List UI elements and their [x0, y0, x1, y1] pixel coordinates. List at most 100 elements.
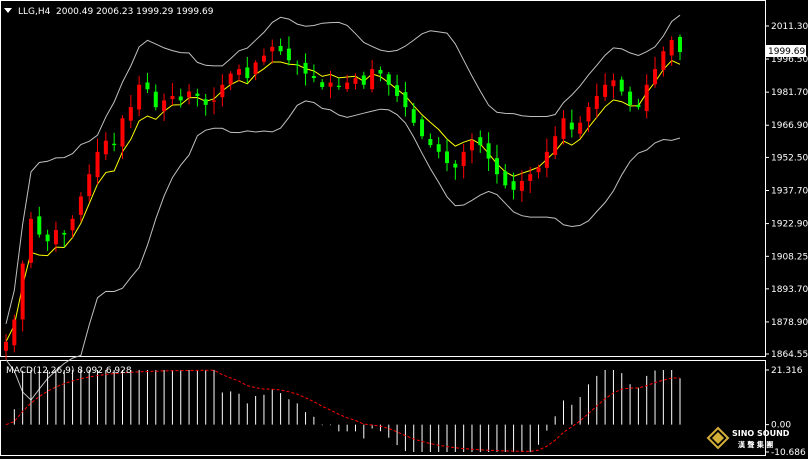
sino-sound-logo: SINO SOUND 漢 聲 集 團 [706, 426, 790, 450]
candle-body [370, 69, 375, 90]
candle-body [561, 118, 566, 139]
candle-body [87, 174, 92, 197]
candle-body [311, 76, 316, 79]
candle-body [95, 151, 100, 178]
candle-body [353, 78, 358, 84]
candle-body [453, 163, 458, 168]
candle-body [661, 51, 666, 70]
candle-body [28, 218, 33, 263]
candle-body [669, 40, 674, 56]
candle-body [261, 55, 266, 62]
candle-body [187, 91, 192, 98]
candle-body [594, 95, 599, 109]
svg-text:SINO SOUND: SINO SOUND [732, 429, 790, 438]
candle-body [195, 93, 200, 96]
candle-body [636, 104, 641, 108]
chart-area[interactable]: 2011.301996.501981.701966.901952.501937.… [0, 0, 808, 459]
macd-histogram [5, 369, 681, 452]
svg-text:漢 聲 集 團: 漢 聲 集 團 [738, 440, 773, 449]
candle-body [62, 232, 67, 235]
candle-body [328, 82, 333, 87]
candle-body [578, 122, 583, 134]
candle-body [120, 118, 125, 147]
candle-body [153, 91, 158, 108]
moving-average-line [5, 59, 681, 343]
candle-body [12, 319, 17, 346]
candle-body [411, 109, 416, 123]
candle-body [220, 84, 225, 98]
macd-tick-label: -10.686 [771, 448, 806, 458]
price-tick-label: 1908.25 [771, 252, 808, 262]
price-panel-frame [0, 0, 766, 357]
candle-body [528, 174, 533, 181]
price-tick-label: 1952.50 [771, 153, 808, 163]
candle-body [603, 84, 608, 97]
candle-body [461, 151, 466, 167]
candle-body [445, 151, 450, 164]
candle-body [569, 122, 574, 130]
candle-body [436, 144, 441, 152]
candle-body [469, 140, 474, 151]
candle-body [611, 80, 616, 87]
candle-body [162, 100, 167, 112]
current-price-label: 1999.69 [768, 47, 805, 57]
candle-body [112, 143, 117, 146]
ohlc-label: 2000.49 2006.23 1999.29 1999.69 [56, 7, 214, 17]
macd-label: MACD(12,26,9) 8.092 6.928 [6, 366, 132, 376]
candle-body [103, 140, 108, 155]
candle-body [478, 137, 483, 146]
price-tick-label: 1893.70 [771, 285, 808, 295]
candle-body [653, 69, 658, 85]
candle-body [395, 85, 400, 96]
candle-body [586, 107, 591, 122]
candle-body [678, 36, 682, 52]
candle-body [519, 180, 524, 191]
price-tick-label: 1922.90 [771, 220, 808, 230]
candle-body [70, 218, 75, 231]
price-tick-label: 1981.70 [771, 88, 808, 98]
candle-body [486, 143, 491, 159]
candle-body [203, 99, 208, 105]
candle-body [303, 62, 308, 74]
candle-body [628, 91, 633, 105]
price-tick-label: 1878.90 [771, 318, 808, 328]
price-tick-label: 1966.90 [771, 121, 808, 131]
price-tick-label: 2011.30 [771, 22, 808, 32]
candle-body [145, 82, 150, 90]
candle-body [536, 167, 541, 173]
candle-body [553, 136, 558, 155]
candle-body [403, 92, 408, 108]
candle-body [45, 234, 50, 242]
symbol-label: LLG,H4 [18, 7, 51, 17]
candle-body [503, 171, 508, 186]
candle-body [20, 263, 25, 320]
candle-body [544, 151, 549, 168]
candle-body [378, 70, 383, 74]
candle-body [511, 181, 516, 190]
candle-body [53, 230, 58, 245]
candle-body [320, 82, 325, 88]
candle-body [345, 82, 350, 89]
dropdown-icon[interactable] [4, 8, 12, 13]
price-tick-label: 1864.55 [771, 350, 808, 360]
candle-body [361, 75, 366, 85]
candle-body [37, 216, 42, 235]
candle-body [270, 46, 275, 52]
candle-body [619, 79, 624, 92]
candle-body [236, 69, 241, 75]
candle-body [4, 341, 8, 351]
bollinger-bands [5, 14, 681, 401]
candle-body [128, 107, 133, 121]
candle-body [386, 74, 391, 85]
candle-body [286, 48, 291, 61]
candle-body [295, 64, 300, 66]
candle-body [428, 138, 433, 146]
candle-body [494, 158, 499, 175]
candle-body [137, 84, 142, 110]
candle-body [212, 100, 217, 102]
candle-body [644, 84, 649, 112]
candle-body [245, 67, 250, 79]
candle-body [228, 73, 233, 85]
candle-body [420, 119, 425, 137]
macd-signal-line [5, 369, 681, 452]
